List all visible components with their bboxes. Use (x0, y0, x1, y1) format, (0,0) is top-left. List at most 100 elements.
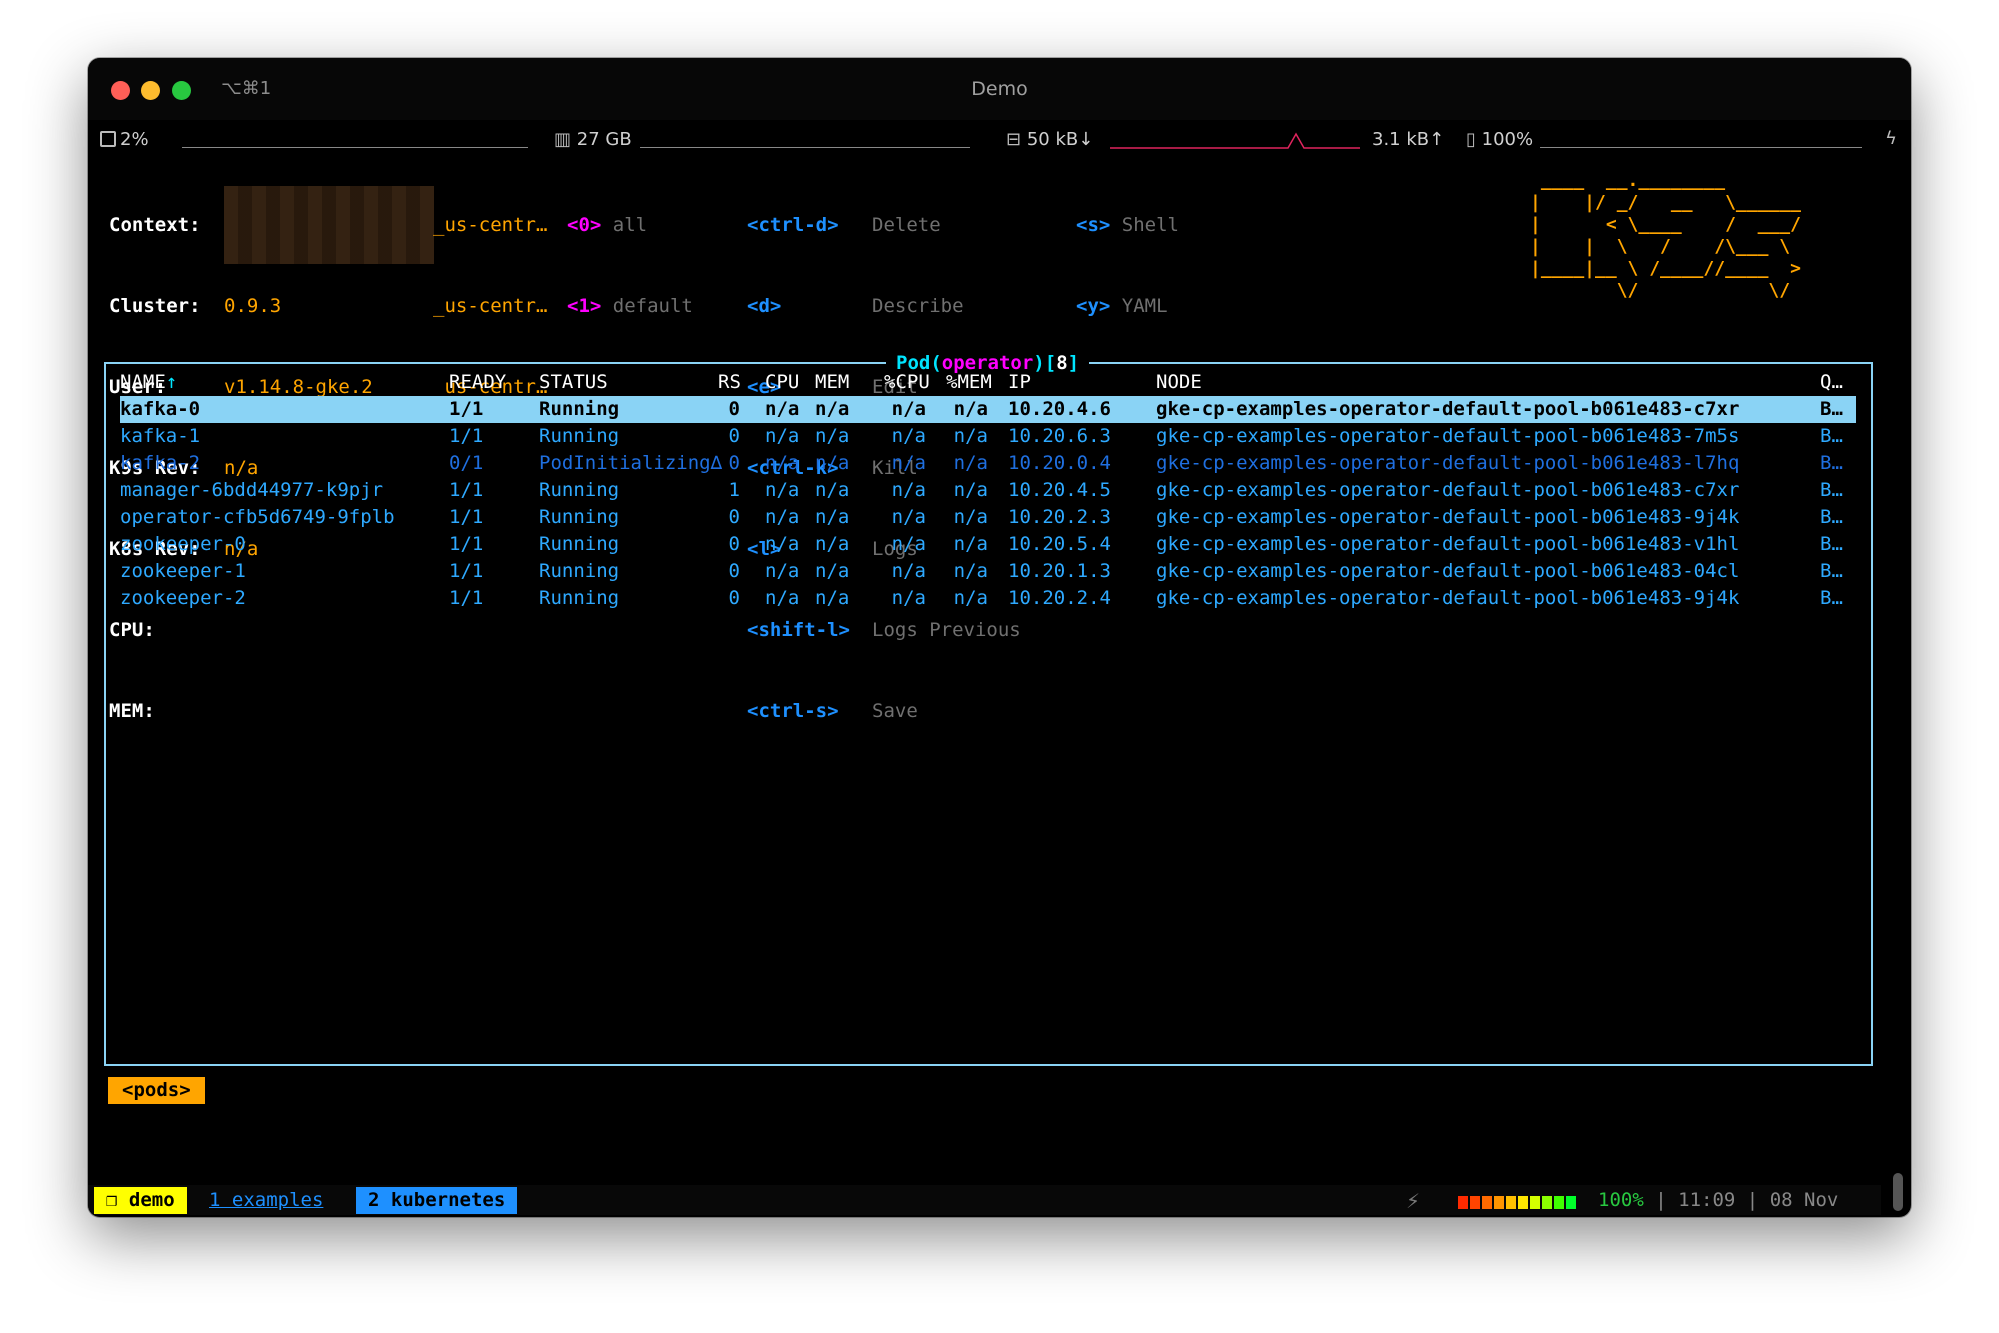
sort-arrow-icon: ↑ (165, 371, 178, 393)
cell-ready: 1/1 (449, 533, 484, 555)
table-row[interactable]: kafka-0 1/1 Running 0 n/a n/a n/a n/a 10.20.4.6 g… (120, 396, 1856, 423)
cluster-value: _us-centr… (433, 295, 548, 317)
namespace-label: all (612, 214, 648, 236)
namespace-label: default (612, 295, 693, 317)
namespace-all[interactable]: <0> all (567, 212, 693, 239)
net-down-value: 50 kB↓ (1026, 129, 1094, 150)
table-row[interactable]: kafka-2 0/1 PodInitializing∆ 0 n/a n/a n/a n/a 1… (120, 450, 1856, 477)
hotkey-shell[interactable]: <s> Shell (1076, 212, 1179, 239)
col-pmem[interactable]: %MEM (946, 369, 992, 396)
cell-status: Running (539, 425, 620, 447)
table-row[interactable]: zookeeper-1 1/1 Running 0 n/a n/a n/a n/a 10.20.… (120, 558, 1856, 585)
pod-table: Pod(operator)[8] NAME↑ READY STATUS RS C… (104, 350, 1873, 1066)
battery-gauge (1458, 1194, 1578, 1213)
cpu-sparkline (182, 147, 528, 148)
col-node[interactable]: NODE (1156, 369, 1202, 396)
system-status-bar: 2% ▥ 27 GB ⊟ 50 kB↓ 3.1 kB↑ ▯ 100% ϟ (88, 120, 1911, 158)
cell-mem: n/a (815, 587, 850, 609)
cell-pmem: n/a (953, 479, 988, 501)
col-ready[interactable]: READY (449, 369, 506, 396)
table-row[interactable]: zookeeper-0 1/1 Running 0 n/a n/a n/a n/a 10.20.… (120, 531, 1856, 558)
namespace-key: <0> (567, 214, 602, 236)
namespace-default[interactable]: <1> default (567, 293, 693, 320)
tmux-window-examples[interactable]: 1 examples (205, 1187, 327, 1214)
table-row[interactable]: kafka-1 1/1 Running 0 n/a n/a n/a n/a 10.20.6.3 g… (120, 423, 1856, 450)
context-label: Context: (109, 214, 201, 236)
plug-icon: ⚡ (1406, 1189, 1421, 1213)
tmux-window-kubernetes[interactable]: 2 kubernetes (356, 1187, 518, 1214)
hotkey-describe[interactable]: <d> (747, 293, 850, 320)
cell-pcpu: n/a (891, 560, 926, 582)
cell-cpu: n/a (765, 533, 800, 555)
tmux-session-demo[interactable]: ❐ demo (94, 1187, 187, 1214)
cell-mem: n/a (815, 533, 850, 555)
breadcrumb-pods[interactable]: <pods> (108, 1077, 205, 1104)
namespace-shortcuts: <0> all <1> default (567, 158, 693, 374)
cell-q: B… (1820, 479, 1843, 501)
table-row[interactable]: operator-cfb5d6749-9fplb 1/1 Running 0 n/a n/… (120, 504, 1856, 531)
cell-cpu: n/a (765, 506, 800, 528)
clock-date: 08 Nov (1769, 1189, 1839, 1211)
cell-q: B… (1820, 560, 1843, 582)
cell-rs: 0 (728, 425, 740, 447)
cell-node: gke-cp-examples-operator-default-pool-b0… (1156, 587, 1740, 609)
table-row[interactable]: zookeeper-2 1/1 Running 0 n/a n/a n/a n/a 10.20.… (120, 585, 1856, 612)
net-up-value: 3.1 kB↑ (1372, 129, 1445, 150)
cell-q: B… (1820, 587, 1843, 609)
cell-rs: 0 (728, 452, 740, 474)
cell-pcpu: n/a (891, 425, 926, 447)
scrollbar[interactable] (1893, 1173, 1903, 1211)
k9s-rev-value: 0.9.3 (224, 295, 282, 317)
col-status[interactable]: STATUS (539, 369, 608, 396)
hotkey-delete[interactable]: <ctrl-d> (747, 212, 850, 239)
cell-name: zookeeper-0 (120, 533, 246, 555)
cell-pcpu: n/a (891, 479, 926, 501)
table-row[interactable]: manager-6bdd44977-k9pjr 1/1 Running 1 n/a n/a… (120, 477, 1856, 504)
cell-pmem: n/a (953, 452, 988, 474)
cell-rs: 0 (728, 506, 740, 528)
cell-mem: n/a (815, 452, 850, 474)
memory-meter: ▥ 27 GB (554, 129, 632, 150)
cell-ip: 10.20.1.3 (1008, 560, 1111, 582)
hotkey-label: Shell (1121, 214, 1179, 236)
context-value: _us-centr… (433, 214, 548, 236)
cell-q: B… (1820, 533, 1843, 555)
cell-mem: n/a (815, 506, 850, 528)
col-ip[interactable]: IP (1008, 369, 1031, 396)
cpu-value: 2% (120, 129, 149, 150)
cell-status: Running (539, 506, 620, 528)
cell-ip: 10.20.6.3 (1008, 425, 1111, 447)
cell-q: B… (1820, 425, 1843, 447)
cell-ready: 1/1 (449, 587, 484, 609)
battery-value: 100% (1481, 129, 1534, 150)
cell-name: kafka-2 (120, 452, 201, 474)
hotkey-yaml[interactable]: <y> YAML (1076, 293, 1179, 320)
separator: | (1746, 1189, 1759, 1211)
cell-pmem: n/a (953, 506, 988, 528)
cluster-label: Cluster: (109, 295, 201, 317)
cell-name: manager-6bdd44977-k9pjr (120, 479, 384, 501)
cell-node: gke-cp-examples-operator-default-pool-b0… (1156, 398, 1740, 420)
charging-icon: ϟ (1885, 128, 1897, 149)
cell-pcpu: n/a (891, 452, 926, 474)
col-pcpu[interactable]: %CPU (884, 369, 930, 396)
hotkeys-col2: <s> Shell <y> YAML (1076, 158, 1179, 374)
col-cpu[interactable]: CPU (765, 369, 799, 396)
cell-node: gke-cp-examples-operator-default-pool-b0… (1156, 452, 1740, 474)
col-mem[interactable]: MEM (815, 369, 849, 396)
col-name[interactable]: NAME↑ (120, 369, 177, 396)
cell-cpu: n/a (765, 587, 800, 609)
cell-name: kafka-1 (120, 425, 201, 447)
col-qos[interactable]: Q… (1820, 369, 1843, 396)
battery-bar (1540, 147, 1862, 148)
cell-mem: n/a (815, 560, 850, 582)
cell-rs: 0 (728, 398, 740, 420)
cell-mem: n/a (815, 398, 850, 420)
cell-ip: 10.20.4.6 (1008, 398, 1111, 420)
terminal-window: ⌥⌘1 Demo 2% ▥ 27 GB ⊟ 50 kB↓ 3.1 kB↑ ▯ 1… (88, 58, 1911, 1217)
cell-ready: 1/1 (449, 479, 484, 501)
cell-status: PodInitializing∆ (539, 452, 723, 474)
col-rs[interactable]: RS (718, 369, 741, 396)
cell-mem: n/a (815, 479, 850, 501)
cell-status: Running (539, 533, 620, 555)
